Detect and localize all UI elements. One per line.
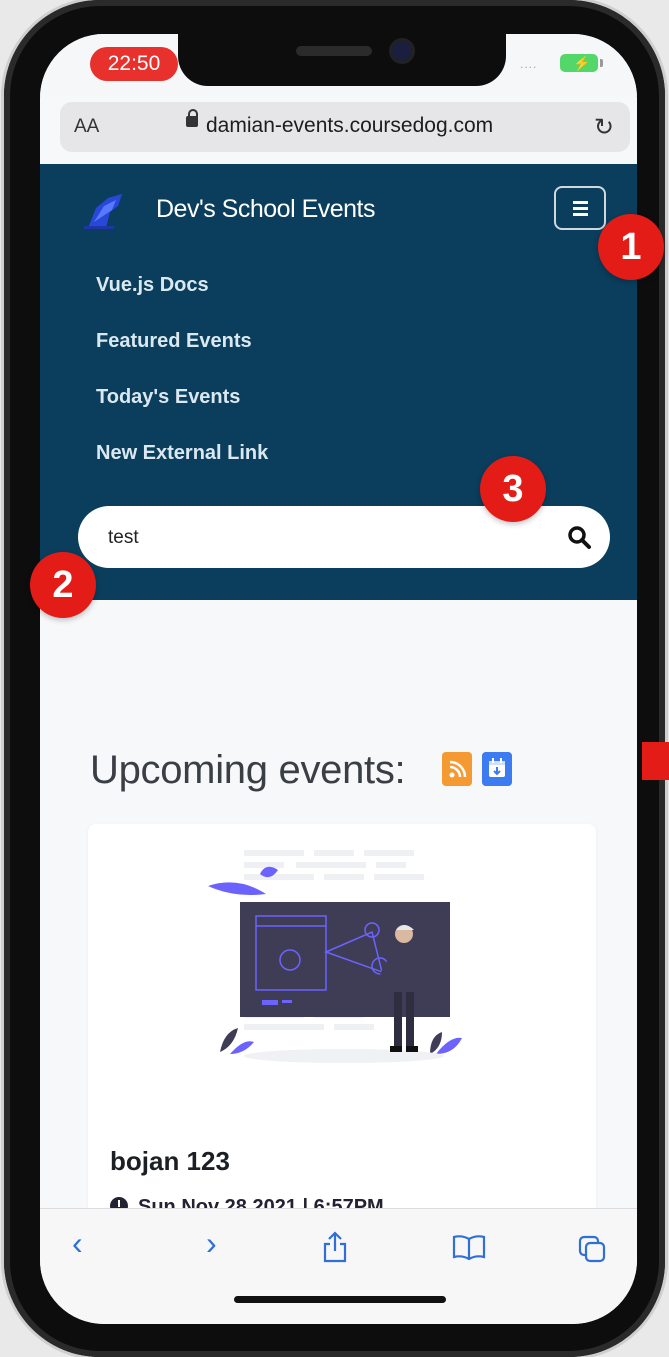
tabs-icon[interactable] [578, 1235, 606, 1263]
annotation-badge-3: 3 [480, 456, 546, 522]
bookmarks-icon[interactable] [452, 1235, 486, 1261]
red-marker [642, 742, 669, 780]
logo-icon[interactable] [84, 192, 126, 230]
nav-links: Vue.js Docs Featured Events Today's Even… [96, 272, 268, 496]
screen: 22:50 .... ⚡ AA damian-events.coursedog.… [40, 34, 637, 1324]
phone-frame: 22:50 .... ⚡ AA damian-events.coursedog.… [4, 0, 665, 1357]
nav-link-featured-events[interactable]: Featured Events [96, 328, 268, 384]
calendar-icon[interactable] [482, 752, 512, 786]
share-icon[interactable] [322, 1231, 348, 1263]
nav-link-external[interactable]: New External Link [96, 440, 268, 496]
back-button[interactable]: ‹ [72, 1225, 83, 1262]
home-indicator[interactable] [234, 1296, 446, 1303]
site-header: Dev's School Events Vue.js Docs Featured… [40, 164, 637, 600]
forward-button[interactable]: › [206, 1225, 217, 1262]
signal-indicator: .... [520, 57, 538, 71]
nav-link-vue-docs[interactable]: Vue.js Docs [96, 272, 268, 328]
event-title[interactable]: bojan 123 [110, 1146, 230, 1177]
hamburger-line [573, 201, 588, 204]
search-icon[interactable] [566, 524, 592, 550]
speaker [296, 46, 372, 56]
status-time: 22:50 [90, 47, 178, 81]
site-title[interactable]: Dev's School Events [156, 195, 376, 224]
reload-button[interactable]: ↻ [594, 113, 614, 142]
menu-toggle-button[interactable] [554, 186, 606, 230]
text-size-button[interactable]: AA [74, 116, 99, 138]
lock-icon [186, 109, 198, 127]
hamburger-line [573, 207, 588, 210]
address-bar[interactable]: AA damian-events.coursedog.com ↻ [60, 102, 630, 152]
browser-toolbar: ‹ › [40, 1208, 637, 1324]
annotation-badge-2: 2 [30, 552, 96, 618]
url-text[interactable]: damian-events.coursedog.com [206, 114, 493, 138]
event-card[interactable]: bojan 123 Sun Nov 28 2021 | 6:57PM [88, 824, 596, 1244]
event-illustration [208, 850, 462, 1063]
rss-icon[interactable] [442, 752, 472, 786]
search-input[interactable] [106, 522, 550, 554]
annotation-badge-1: 1 [598, 214, 664, 280]
upcoming-events-heading: Upcoming events: [90, 748, 406, 792]
hamburger-line [573, 213, 588, 216]
battery-icon: ⚡ [560, 54, 603, 72]
notch [178, 34, 506, 86]
charging-icon: ⚡ [573, 55, 591, 71]
nav-link-todays-events[interactable]: Today's Events [96, 384, 268, 440]
front-camera [392, 41, 412, 61]
status-bar: 22:50 .... ⚡ [40, 34, 637, 96]
